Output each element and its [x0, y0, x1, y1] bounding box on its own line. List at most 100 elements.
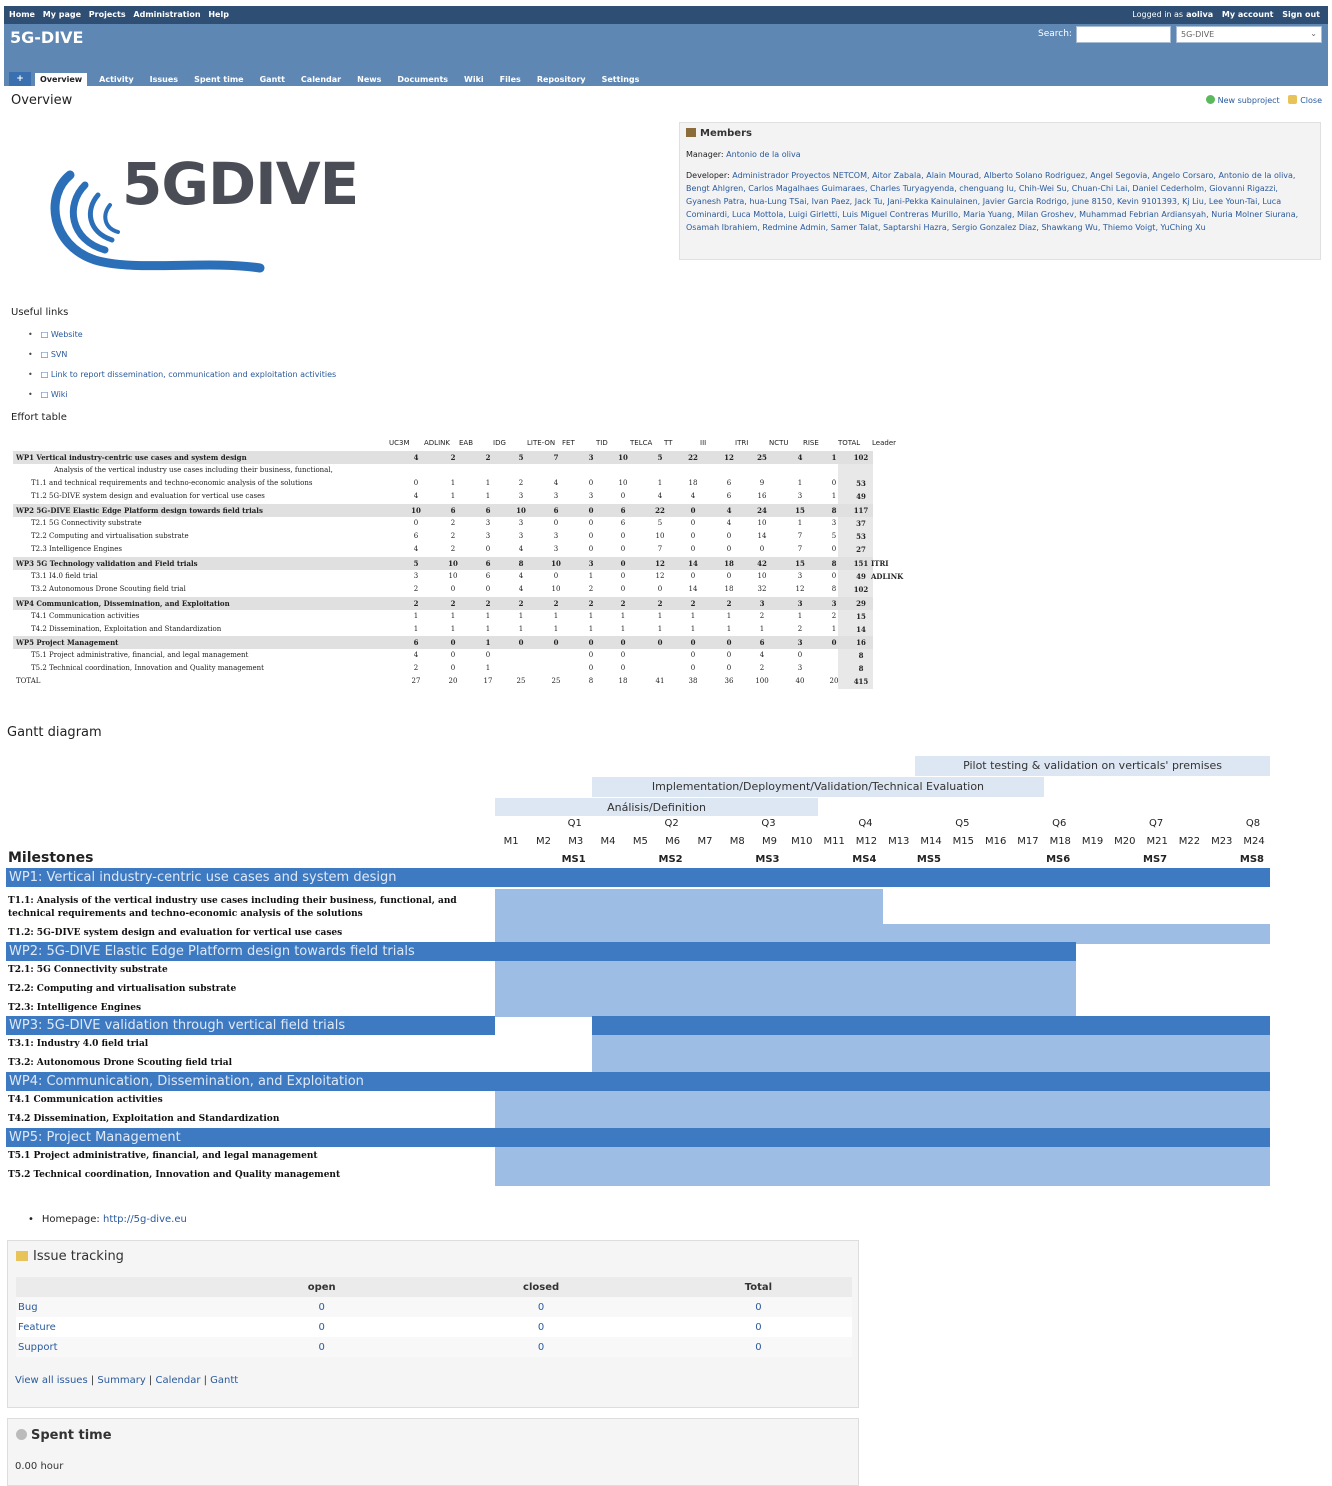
table-cell: 0 [518, 638, 524, 647]
open-count[interactable]: 0 [226, 1317, 418, 1337]
tab-settings[interactable]: Settings [602, 73, 640, 86]
task-label: T2.2: Computing and virtualisation subst… [8, 984, 237, 994]
table-row: T2.1 5G Connectivity substrate 0 2 3 3 0 0 6 5 0 4… [13, 517, 873, 530]
external-link-svn[interactable]: □ SVN [41, 350, 68, 359]
table-cell: 0 [413, 519, 419, 527]
sign-out-link[interactable]: Sign out [1282, 10, 1320, 19]
top-menu-my-page[interactable]: My page [43, 10, 81, 19]
table-cell: 27 [856, 545, 866, 554]
ticket-icon [16, 1251, 28, 1261]
homepage-link[interactable]: http://5g-dive.eu [103, 1214, 187, 1225]
table-row: Bug 0 0 0 [16, 1297, 852, 1317]
table-cell: 0 [620, 638, 626, 647]
table-cell: 0 [726, 545, 732, 553]
top-menu-help[interactable]: Help [208, 10, 229, 19]
external-link-report[interactable]: □ Link to report dissemination, communic… [41, 370, 336, 379]
external-link-wiki[interactable]: □ Wiki [41, 390, 68, 399]
tab-repository[interactable]: Repository [537, 73, 586, 86]
total-count[interactable]: 0 [664, 1297, 852, 1317]
column-header: NCTU [769, 439, 789, 447]
quarter-label: Q5 [955, 818, 970, 829]
table-cell: 3 [759, 599, 765, 608]
column-header: closed [417, 1277, 665, 1297]
table-cell: 2 [413, 585, 419, 593]
table-cell: 0 [620, 545, 626, 553]
table-cell: 3 [797, 638, 803, 647]
table-row: T5.1 Project administrative, financial, … [13, 649, 873, 662]
project-jump-select[interactable]: 5G-DIVE ⌄ [1176, 26, 1322, 43]
table-cell: 4 [657, 492, 663, 500]
table-cell: 0 [690, 532, 696, 540]
table-cell: 4 [726, 519, 732, 527]
calendar-link[interactable]: Calendar [155, 1375, 200, 1386]
tab-calendar[interactable]: Calendar [301, 73, 341, 86]
tracker-link-bug[interactable]: Bug [18, 1302, 38, 1313]
row-label: T5.2 Technical coordination, Innovation … [31, 664, 264, 672]
milestone-label: MS8 [1239, 854, 1265, 865]
total-count[interactable]: 0 [664, 1337, 852, 1357]
table-cell: 5 [518, 453, 524, 462]
view-all-issues-link[interactable]: View all issues [15, 1375, 88, 1386]
closed-count[interactable]: 0 [417, 1317, 665, 1337]
table-cell: 2 [450, 532, 456, 540]
table-row: Support 0 0 0 [16, 1337, 852, 1357]
closed-count[interactable]: 0 [417, 1297, 665, 1317]
table-cell: 8 [858, 664, 864, 673]
developer-list[interactable]: Administrador Proyectos NETCOM, Aitor Za… [686, 171, 1298, 232]
total-count[interactable]: 0 [664, 1317, 852, 1337]
tab-issues[interactable]: Issues [150, 73, 178, 86]
tab-files[interactable]: Files [500, 73, 521, 86]
table-cell: 0 [620, 559, 626, 568]
tracker-link-feature[interactable]: Feature [18, 1322, 56, 1333]
my-account-link[interactable]: My account [1222, 10, 1274, 19]
month-label: M2 [535, 836, 551, 847]
logged-in-user[interactable]: aoliva [1186, 10, 1213, 19]
gantt-phase: Implementation/Deployment/Validation/Tec… [591, 777, 1045, 797]
search-input[interactable] [1076, 26, 1171, 43]
new-subproject-link[interactable]: New subproject [1218, 96, 1280, 105]
task-label: T1.2: 5G-DIVE system design and evaluati… [8, 928, 343, 938]
table-row: T2.3 Intelligence Engines 4 2 0 4 3 0 0 7 0 0 0 7 0 27 [13, 543, 873, 556]
logged-in-label: Logged in as [1132, 10, 1184, 19]
close-project-link[interactable]: Close [1300, 96, 1322, 105]
open-count[interactable]: 0 [226, 1337, 418, 1357]
table-cell: 1 [797, 612, 803, 620]
tab-gantt[interactable]: Gantt [260, 73, 285, 86]
task-bar [495, 1091, 1271, 1111]
table-cell: 0 [690, 638, 696, 647]
task-label: T3.2: Autonomous Drone Scouting field tr… [8, 1058, 233, 1068]
top-menu-administration[interactable]: Administration [133, 10, 200, 19]
tab-documents[interactable]: Documents [397, 73, 448, 86]
open-count[interactable]: 0 [226, 1297, 418, 1317]
manager-value[interactable]: Antonio de la oliva [726, 150, 801, 159]
account-menu: Logged in as aoliva My account Sign out [1126, 10, 1320, 19]
top-menu-home[interactable]: Home [9, 10, 35, 19]
top-menu-projects[interactable]: Projects [89, 10, 126, 19]
tab-spent-time[interactable]: Spent time [194, 73, 244, 86]
table-cell: 3 [588, 453, 594, 462]
new-object-button[interactable]: + [9, 72, 31, 86]
closed-count[interactable]: 0 [417, 1337, 665, 1357]
column-header: ITRI [735, 439, 749, 447]
table-cell: 0 [485, 545, 491, 553]
table-cell: 4 [518, 585, 524, 593]
tracker-link-support[interactable]: Support [18, 1342, 58, 1353]
tab-wiki[interactable]: Wiki [464, 73, 484, 86]
row-label: WP3 5G Technology validation and Field t… [16, 559, 198, 568]
table-cell: 1 [831, 492, 837, 500]
table-cell: 20 [448, 677, 458, 685]
table-cell: 0 [657, 638, 663, 647]
tab-overview[interactable]: Overview [35, 73, 88, 86]
table-cell: 3 [518, 532, 524, 540]
summary-link[interactable]: Summary [97, 1375, 145, 1386]
external-link-website[interactable]: □ Website [41, 330, 83, 339]
table-cell: 0 [726, 572, 732, 580]
table-cell: 14 [688, 559, 698, 568]
table-row: T3.1 I4.0 field trial 3 10 6 4 0 1 0 12 0 0 10 3 0 49 A… [13, 570, 903, 583]
table-cell: 1 [831, 625, 837, 633]
tab-news[interactable]: News [357, 73, 381, 86]
column-header: Leader [872, 439, 897, 447]
tab-activity[interactable]: Activity [99, 73, 134, 86]
gantt-link[interactable]: Gantt [210, 1375, 238, 1386]
table-cell: 1 [518, 612, 524, 620]
